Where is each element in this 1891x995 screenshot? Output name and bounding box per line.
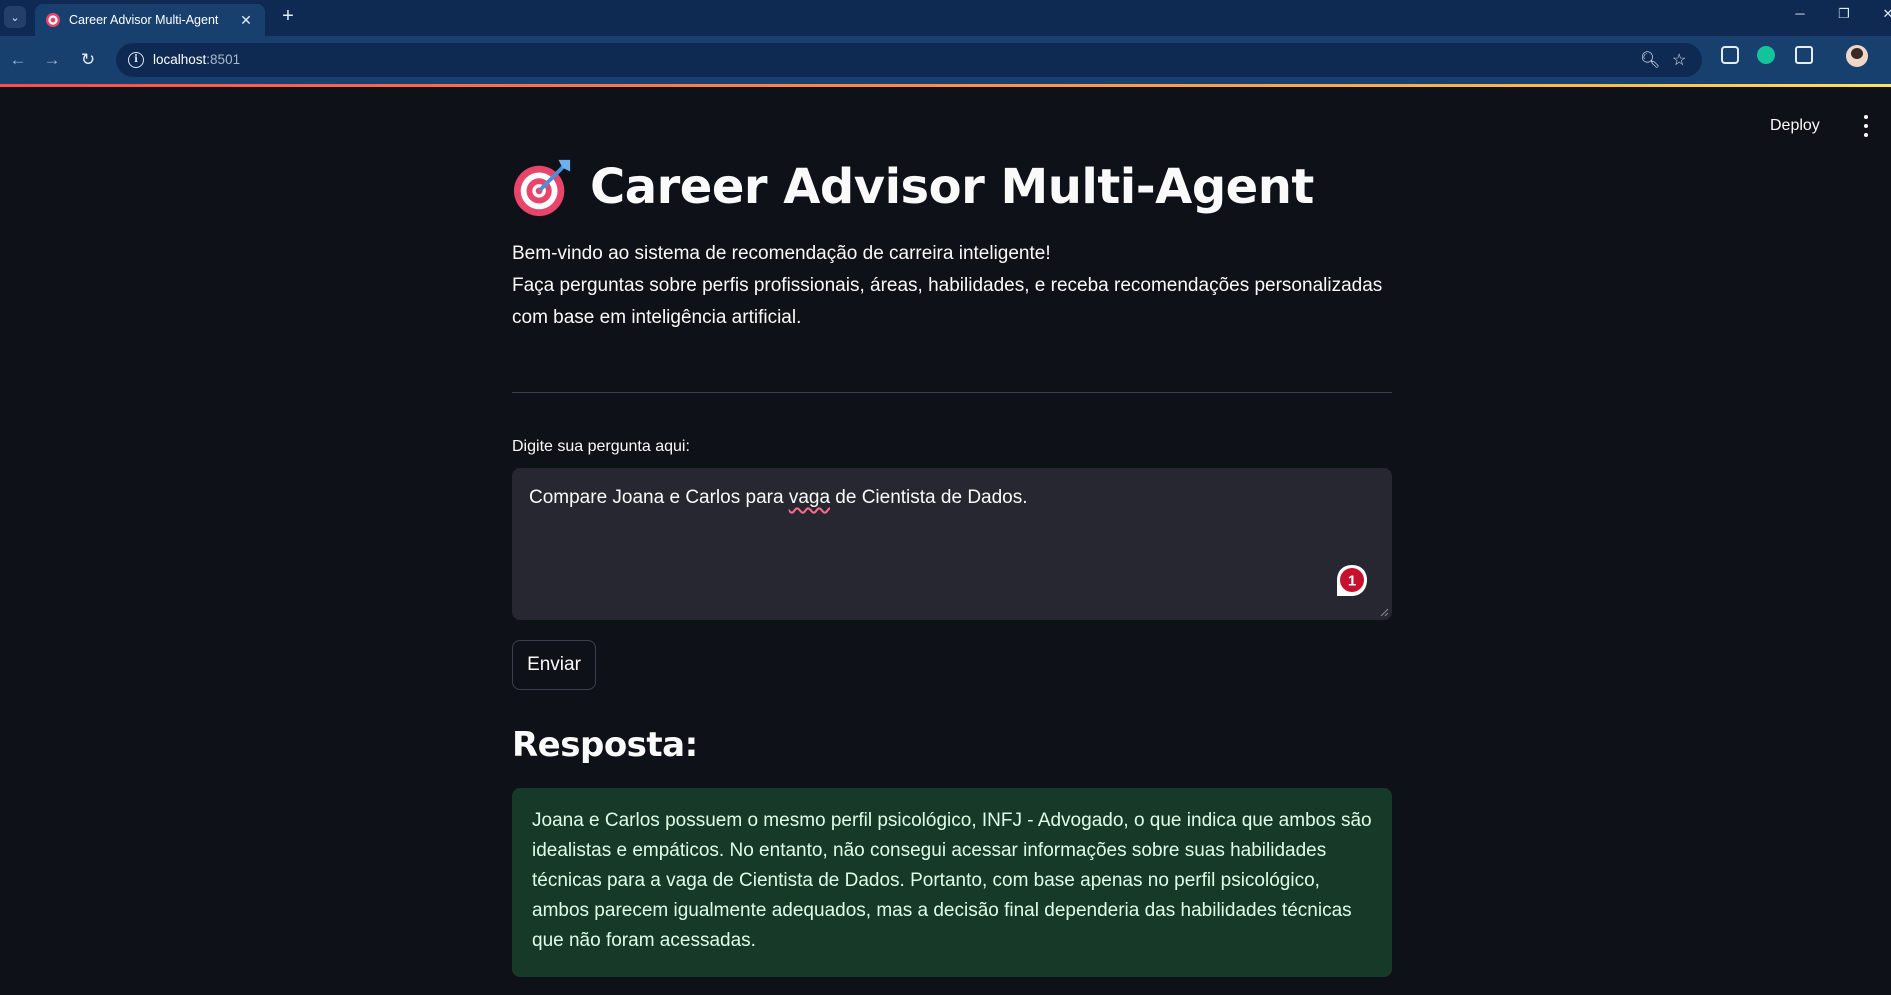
- grammarly-count: 1: [1348, 573, 1356, 590]
- address-bar[interactable]: i localhost:8501 🔍︎ ☆: [116, 43, 1702, 77]
- question-label: Digite sua pergunta aqui:: [512, 438, 690, 455]
- target-favicon-icon: [46, 13, 60, 27]
- question-textarea[interactable]: Compare Joana e Carlos para vaga de Cien…: [512, 468, 1392, 620]
- intro-text: Bem-vindo ao sistema de recomendação de …: [512, 238, 1392, 334]
- title-text: Career Advisor Multi-Agent: [590, 159, 1314, 215]
- back-arrow-icon[interactable]: ←: [6, 48, 30, 72]
- resize-handle-icon[interactable]: [1379, 607, 1389, 617]
- grammarly-extension-icon[interactable]: [1757, 46, 1775, 64]
- answer-text: Joana e Carlos possuem o mesmo perfil ps…: [532, 810, 1372, 951]
- direct-hit-target-icon: [513, 159, 571, 217]
- answer-success-box: Joana e Carlos possuem o mesmo perfil ps…: [512, 788, 1392, 977]
- new-tab-plus-icon[interactable]: +: [276, 5, 300, 29]
- site-info-icon[interactable]: i: [128, 52, 144, 68]
- tab-close-icon[interactable]: ✕: [237, 12, 255, 29]
- minimize-icon[interactable]: ─: [1790, 6, 1810, 21]
- reload-icon[interactable]: ↻: [76, 48, 100, 72]
- send-button[interactable]: Enviar: [512, 640, 596, 690]
- browser-tab[interactable]: Career Advisor Multi-Agent ✕: [35, 4, 265, 36]
- browser-tab-bar: ⌄ Career Advisor Multi-Agent ✕ + ─ ❐ ✕: [0, 0, 1891, 36]
- profile-avatar[interactable]: [1846, 45, 1868, 67]
- zoom-icon[interactable]: 🔍︎: [1640, 50, 1660, 70]
- browser-toolbar: ← → ↻ i localhost:8501 🔍︎ ☆: [0, 36, 1891, 84]
- main-menu-kebab-icon[interactable]: [1860, 115, 1872, 137]
- tab-title: Career Advisor Multi-Agent: [69, 13, 219, 27]
- tab-search-chevron-icon[interactable]: ⌄: [4, 6, 26, 28]
- deploy-button[interactable]: Deploy: [1770, 117, 1820, 135]
- intro-line-2: Faça perguntas sobre perfis profissionai…: [512, 275, 1383, 328]
- forward-arrow-icon[interactable]: →: [40, 48, 64, 72]
- intro-line-1: Bem-vindo ao sistema de recomendação de …: [512, 243, 1051, 264]
- qr-code-extension-icon[interactable]: [1721, 46, 1739, 64]
- close-window-icon[interactable]: ✕: [1878, 6, 1891, 22]
- answer-heading: Resposta:: [512, 725, 698, 765]
- restore-icon[interactable]: ❐: [1834, 6, 1854, 22]
- url-text[interactable]: localhost:8501: [153, 52, 240, 67]
- extensions-puzzle-icon[interactable]: [1795, 46, 1813, 64]
- grammarly-badge-icon[interactable]: 1: [1333, 562, 1371, 600]
- bookmark-star-icon[interactable]: ☆: [1672, 50, 1686, 70]
- misspelled-word[interactable]: vaga: [789, 487, 830, 508]
- question-value[interactable]: Compare Joana e Carlos para vaga de Cien…: [529, 487, 1028, 509]
- page-title: Career Advisor Multi-Agent: [512, 152, 1314, 222]
- divider: [512, 392, 1392, 393]
